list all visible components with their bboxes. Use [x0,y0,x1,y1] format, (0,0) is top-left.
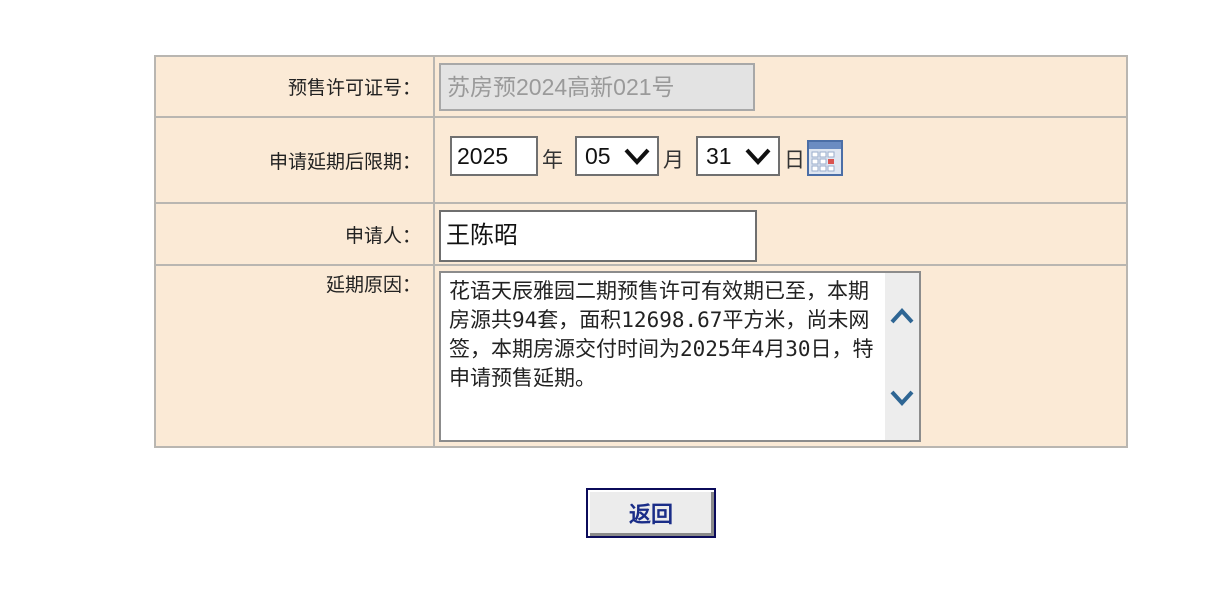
back-button[interactable]: 返回 [586,488,716,538]
applicant-field[interactable]: 王陈昭 [439,210,757,262]
calendar-icon[interactable] [807,140,843,176]
form-row-extension-date: 申请延期后限期： 2025 年 05 月 31 日 [154,116,1128,204]
chevron-down-icon [624,148,650,165]
reason-scrollbar[interactable] [885,273,919,440]
month-value: 05 [585,142,611,169]
month-unit: 月 [663,148,684,172]
extension-form-table: 预售许可证号： 苏房预2024高新021号 申请延期后限期： 2025 年 05… [154,55,1128,448]
reason-label: 延期原因： [154,264,435,448]
extension-date-label: 申请延期后限期： [154,116,435,204]
reason-text: 花语天辰雅园二期预售许可有效期已至，本期房源共94套，面积12698.67平方米… [449,279,874,390]
day-unit: 日 [784,148,805,172]
year-unit: 年 [542,148,563,172]
permit-label: 预售许可证号： [154,55,435,118]
day-select[interactable]: 31 [696,136,780,176]
month-select[interactable]: 05 [575,136,659,176]
form-row-applicant: 申请人： 王陈昭 [154,202,1128,266]
chevron-up-icon[interactable] [889,307,915,325]
chevron-down-icon[interactable] [889,389,915,407]
permit-number-field[interactable]: 苏房预2024高新021号 [439,63,755,111]
form-row-reason: 延期原因： 花语天辰雅园二期预售许可有效期已至，本期房源共94套，面积12698… [154,264,1128,448]
form-row-permit: 预售许可证号： 苏房预2024高新021号 [154,55,1128,118]
day-value: 31 [706,142,732,169]
reason-textarea[interactable]: 花语天辰雅园二期预售许可有效期已至，本期房源共94套，面积12698.67平方米… [439,271,921,442]
year-input[interactable]: 2025 [450,136,538,176]
applicant-label: 申请人： [154,202,435,266]
chevron-down-icon [745,148,771,165]
date-picker-group: 2025 年 05 月 31 日 [450,136,843,176]
